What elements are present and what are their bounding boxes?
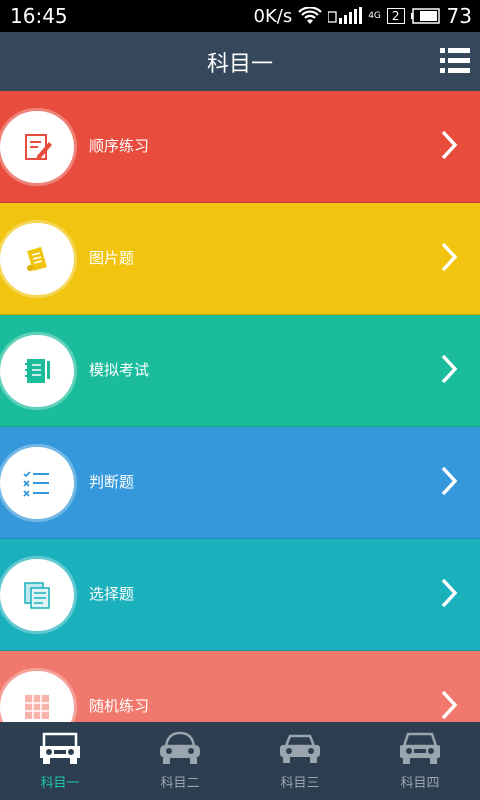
wifi-icon [298,7,322,25]
documents-icon [0,559,74,631]
bottom-tab-bar: 科目一 科目二 科目三 科目四 [0,722,480,800]
list-item-label: 判断题 [89,473,135,491]
chevron-right-icon [441,466,458,496]
network-type: 4G [368,10,381,21]
chevron-right-icon [441,242,458,272]
battery-icon [410,8,441,24]
chevron-right-icon [441,130,458,160]
chevron-right-icon [441,690,458,720]
list-item-random-practice[interactable]: 随机练习 [0,651,480,722]
tab-subject-3[interactable]: 科目三 [240,722,360,800]
chevron-right-icon [441,354,458,384]
beetle-car-icon [160,731,200,764]
tab-subject-4[interactable]: 科目四 [360,722,480,800]
sedan-icon [280,734,320,763]
tab-label: 科目一 [40,776,80,791]
list-item-label: 图片题 [89,249,135,267]
pencil-note-icon [0,111,74,183]
list-item-picture-questions[interactable]: 图片题 [0,203,480,315]
list-item-mock-exam[interactable]: 模拟考试 [0,315,480,427]
list-item-label: 随机练习 [89,697,150,715]
list-item-sequential-practice[interactable]: 顺序练习 [0,91,480,203]
list-item-multiple-choice[interactable]: 选择题 [0,539,480,651]
status-icons: 0K/s 4G 2 73 [254,4,473,28]
tab-subject-2[interactable]: 科目二 [120,722,240,800]
chevron-right-icon [441,578,458,608]
notebook-icon [0,335,74,407]
status-time: 16:45 [10,4,68,28]
tab-label: 科目二 [160,776,200,791]
sim-badge: 2 [386,8,405,24]
status-bar: 16:45 0K/s 4G 2 73 [0,0,480,32]
net-speed: 0K/s [253,5,293,27]
scroll-icon [0,223,74,295]
suv-icon [400,732,440,764]
jeep-icon [40,732,80,764]
grid-icon [0,671,74,722]
list-item-true-false[interactable]: 判断题 [0,427,480,539]
tab-label: 科目四 [400,776,440,791]
page-title: 科目一 [206,52,273,77]
battery-level: 73 [446,4,472,28]
tab-subject-1[interactable]: 科目一 [0,722,120,800]
subject-menu-list: 顺序练习 图片题 模拟考试 判断题 选择题 随机练习 [0,91,480,722]
list-item-label: 选择题 [89,585,135,603]
list-item-label: 模拟考试 [89,361,150,379]
checklist-icon [0,447,74,519]
tab-label: 科目三 [280,776,320,791]
app-header: 科目一 [0,32,480,91]
list-item-label: 顺序练习 [89,137,150,155]
list-menu-icon[interactable] [440,47,470,75]
signal-icon [328,7,363,25]
